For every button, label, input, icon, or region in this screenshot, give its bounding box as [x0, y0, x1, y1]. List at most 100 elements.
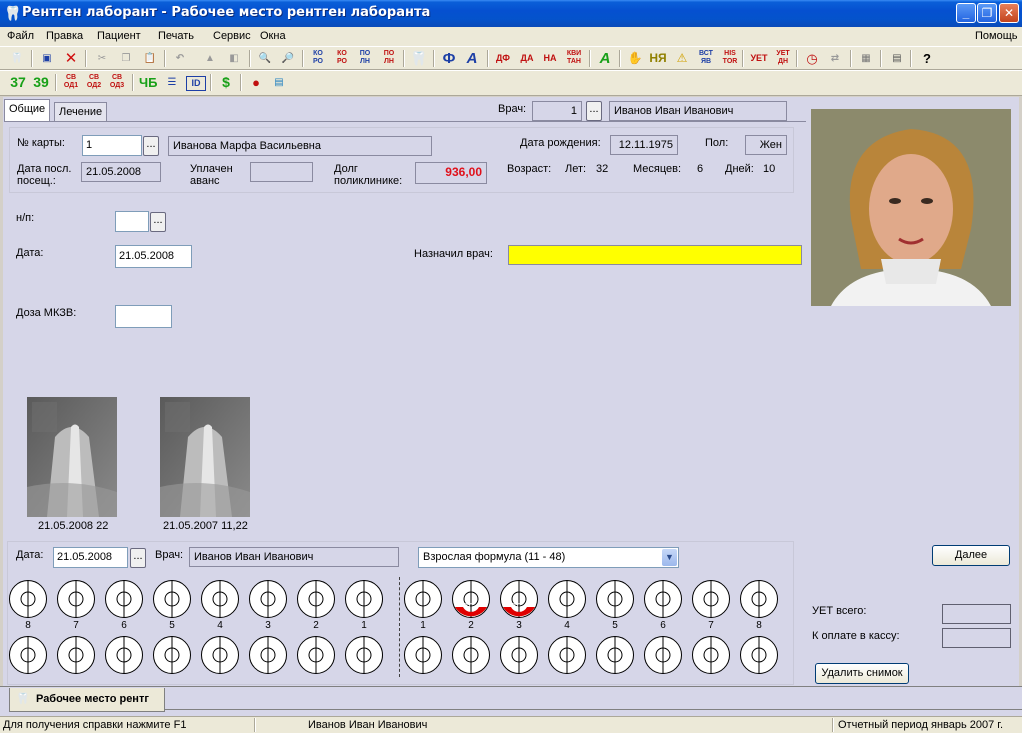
green-a-button[interactable]: А [596, 50, 614, 67]
tooth-diagram[interactable] [152, 635, 192, 675]
doctor-select-button[interactable]: ... [586, 101, 602, 121]
tooth-diagram[interactable] [451, 635, 491, 675]
tooth-diagram[interactable] [547, 635, 587, 675]
menu-edit[interactable]: Правка [46, 30, 83, 42]
poln-button-1[interactable]: ПО ЛН [356, 50, 374, 67]
tooth-diagram[interactable] [643, 579, 683, 619]
dose-input[interactable] [115, 305, 172, 328]
tooth-diagram[interactable] [595, 579, 635, 619]
menu-file[interactable]: Файл [7, 30, 34, 42]
tooth-diagram[interactable] [152, 579, 192, 619]
maximize-button[interactable]: ❐ [977, 3, 997, 23]
delete-xray-button[interactable]: Удалить снимок [815, 663, 909, 684]
minimize-button[interactable]: _ [956, 3, 976, 23]
transfer-icon[interactable]: ⇄ [826, 50, 844, 67]
card-select-button[interactable]: ... [143, 136, 159, 156]
f-button[interactable]: Ф [440, 50, 458, 67]
uet-button[interactable]: УЕТ [748, 50, 770, 67]
tooth-diagram[interactable] [739, 579, 779, 619]
help-icon[interactable]: ? [918, 50, 936, 67]
card-number-input[interactable]: 1 [82, 135, 142, 156]
tooth-diagram[interactable] [56, 635, 96, 675]
na-button[interactable]: НА [541, 50, 559, 67]
menu-service[interactable]: Сервис [213, 30, 251, 42]
blacklist-button[interactable]: ЧБ [139, 74, 157, 91]
history-button[interactable]: HIS TOR [719, 50, 741, 67]
dollar-button[interactable]: $ [217, 74, 235, 91]
warning-icon[interactable]: ⚠ [673, 50, 691, 67]
tooth-diagram[interactable] [296, 635, 336, 675]
tooth-outline-icon[interactable]: 🦷 [410, 50, 428, 67]
tooth-diagram[interactable] [403, 635, 443, 675]
window-icon[interactable]: ▦ [857, 50, 875, 67]
mdi-tab[interactable]: 🦷 Рабочее место рентг [9, 688, 165, 712]
paste-icon[interactable]: 📋 [141, 50, 159, 67]
form-37-button[interactable]: 37 [8, 74, 28, 91]
tree-icon[interactable]: ☰ [163, 74, 181, 91]
appointment-button[interactable]: ВСТ ЯВ [695, 50, 717, 67]
chart-date-input[interactable]: 21.05.2008 [53, 547, 128, 568]
formula-select[interactable]: Взрослая формула (11 - 48) ▼ [418, 547, 679, 568]
a-button[interactable]: А [463, 50, 481, 67]
xray-image[interactable] [27, 397, 117, 517]
tooth-diagram[interactable] [8, 579, 48, 619]
id-button[interactable]: ID [186, 76, 206, 91]
da-button[interactable]: ДА [518, 50, 536, 67]
summary-1-button[interactable]: СВ ОД1 [62, 74, 80, 91]
next-button[interactable]: Далее [932, 545, 1010, 566]
tooth-diagram[interactable] [248, 579, 288, 619]
tooth-diagram[interactable] [691, 579, 731, 619]
tooth-diagram[interactable] [499, 579, 539, 619]
apple-icon[interactable]: ● [247, 74, 265, 91]
tooth-diagram[interactable] [8, 635, 48, 675]
find-icon[interactable]: 🔍 [256, 50, 274, 67]
chart-date-button[interactable]: ... [130, 548, 146, 568]
summary-3-button[interactable]: СВ ОД3 [108, 74, 126, 91]
close-button[interactable]: ✕ [999, 3, 1019, 23]
tooth-diagram[interactable] [547, 579, 587, 619]
xray-image[interactable] [160, 397, 250, 517]
tooth-diagram[interactable] [344, 579, 384, 619]
poln-button-2[interactable]: ПО ЛН [380, 50, 398, 67]
handshake-icon[interactable]: ✋ [626, 50, 644, 67]
stamp-icon[interactable]: ▲ [201, 50, 219, 67]
doctor-id-field[interactable]: 1 [532, 101, 582, 121]
copy-icon[interactable]: ❐ [117, 50, 135, 67]
assigned-doctor-field[interactable] [508, 245, 802, 265]
save-icon[interactable]: ▣ [38, 50, 56, 67]
list-icon[interactable]: ▤ [270, 74, 288, 91]
menu-windows[interactable]: Окна [260, 30, 286, 42]
df-button[interactable]: ДФ [494, 50, 512, 67]
tooth-diagram[interactable] [403, 579, 443, 619]
tooth-diagram[interactable] [248, 635, 288, 675]
receipt-button[interactable]: КВИ ТАН [563, 50, 585, 67]
tooth-diagram[interactable] [200, 635, 240, 675]
uet-day-button[interactable]: УЕТ ДН [772, 50, 794, 67]
koro-button-2[interactable]: КО РО [333, 50, 351, 67]
menu-help[interactable]: Помощь [975, 30, 1018, 42]
menu-patient[interactable]: Пациент [97, 30, 141, 42]
nya-button[interactable]: НЯ [649, 50, 667, 67]
np-input[interactable] [115, 211, 149, 232]
calculator-icon[interactable]: ▤ [888, 50, 906, 67]
undo-icon[interactable]: ↶ [171, 50, 189, 67]
tooth-icon[interactable]: 🦷 [8, 50, 26, 67]
tooth-diagram[interactable] [739, 635, 779, 675]
find-next-icon[interactable]: 🔎 [279, 50, 297, 67]
cut-icon[interactable]: ✂ [93, 50, 111, 67]
summary-2-button[interactable]: СВ ОД2 [85, 74, 103, 91]
tooth-diagram[interactable] [296, 579, 336, 619]
tooth-diagram[interactable] [104, 635, 144, 675]
koro-button-1[interactable]: КО РО [309, 50, 327, 67]
tooth-diagram[interactable] [56, 579, 96, 619]
tooth-diagram[interactable] [595, 635, 635, 675]
tooth-diagram[interactable] [691, 635, 731, 675]
clock-icon[interactable]: ◷ [803, 50, 821, 67]
delete-icon[interactable]: ✕ [62, 50, 80, 67]
date-input[interactable]: 21.05.2008 [115, 245, 192, 268]
tooth-diagram[interactable] [643, 635, 683, 675]
tooth-diagram[interactable] [200, 579, 240, 619]
menu-print[interactable]: Печать [158, 30, 194, 42]
tooth-diagram[interactable] [344, 635, 384, 675]
tab-general[interactable]: Общие [4, 99, 51, 121]
